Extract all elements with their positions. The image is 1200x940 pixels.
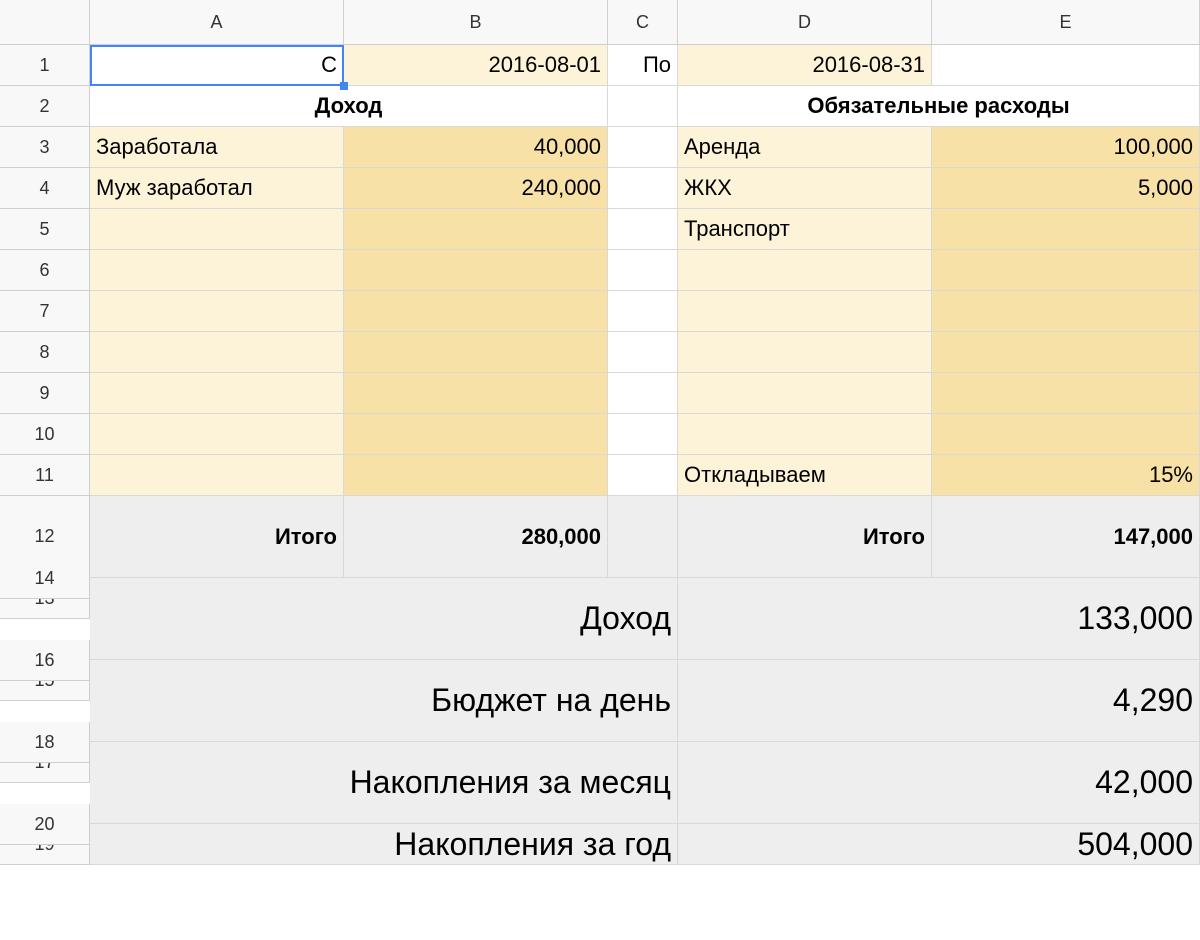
cell-D10[interactable] [678, 414, 932, 455]
cell-A12[interactable]: Итого [90, 496, 344, 578]
cell-D6[interactable] [678, 250, 932, 291]
cell-C3[interactable] [608, 127, 678, 168]
select-all-corner[interactable] [0, 0, 90, 45]
row-header-3[interactable]: 3 [0, 127, 90, 168]
cell-C9[interactable] [608, 373, 678, 414]
cell-B1[interactable]: 2016-08-01 [344, 45, 608, 86]
cell-B3[interactable]: 40,000 [344, 127, 608, 168]
cell-D7[interactable] [678, 291, 932, 332]
summary-value-1[interactable]: 4,290 [678, 660, 1200, 742]
cell-E6[interactable] [932, 250, 1200, 291]
col-header-E[interactable]: E [932, 0, 1200, 45]
cell-E5[interactable] [932, 209, 1200, 250]
cell-A4[interactable]: Муж заработал [90, 168, 344, 209]
cell-E12[interactable]: 147,000 [932, 496, 1200, 578]
spreadsheet[interactable]: A B C D E 1 С 2016-08-01 По 2016-08-31 2… [0, 0, 1200, 865]
row-header-11[interactable]: 11 [0, 455, 90, 496]
cell-E3[interactable]: 100,000 [932, 127, 1200, 168]
col-header-B[interactable]: B [344, 0, 608, 45]
row-header-19[interactable]: 19 [0, 824, 90, 865]
cell-B12[interactable]: 280,000 [344, 496, 608, 578]
cell-C5[interactable] [608, 209, 678, 250]
cell-A8[interactable] [90, 332, 344, 373]
cell-E4[interactable]: 5,000 [932, 168, 1200, 209]
row-header-17[interactable]: 17 [0, 742, 90, 783]
cell-A3[interactable]: Заработала [90, 127, 344, 168]
cell-C10[interactable] [608, 414, 678, 455]
cell-C8[interactable] [608, 332, 678, 373]
summary-label-3[interactable]: Накопления за год [90, 824, 678, 865]
cell-D1[interactable]: 2016-08-31 [678, 45, 932, 86]
row-header-1[interactable]: 1 [0, 45, 90, 86]
cell-D12[interactable]: Итого [678, 496, 932, 578]
summary-label-2[interactable]: Накопления за месяц [90, 742, 678, 824]
cell-C2[interactable] [608, 86, 678, 127]
summary-value-0[interactable]: 133,000 [678, 578, 1200, 660]
cell-B10[interactable] [344, 414, 608, 455]
summary-label-1[interactable]: Бюджет на день [90, 660, 678, 742]
cell-C12[interactable] [608, 496, 678, 578]
row-header-13[interactable]: 13 [0, 578, 90, 619]
col-header-C[interactable]: C [608, 0, 678, 45]
row-header-10[interactable]: 10 [0, 414, 90, 455]
cell-B11[interactable] [344, 455, 608, 496]
col-header-D[interactable]: D [678, 0, 932, 45]
cell-A9[interactable] [90, 373, 344, 414]
cell-E10[interactable] [932, 414, 1200, 455]
cell-B8[interactable] [344, 332, 608, 373]
cell-A6[interactable] [90, 250, 344, 291]
cell-A1[interactable]: С [90, 45, 344, 86]
cell-E8[interactable] [932, 332, 1200, 373]
cell-E7[interactable] [932, 291, 1200, 332]
cell-E11[interactable]: 15% [932, 455, 1200, 496]
cell-E9[interactable] [932, 373, 1200, 414]
fill-handle[interactable] [340, 82, 348, 90]
cell-B5[interactable] [344, 209, 608, 250]
cell-D11[interactable]: Откладываем [678, 455, 932, 496]
cell-B9[interactable] [344, 373, 608, 414]
cell-B7[interactable] [344, 291, 608, 332]
cell-D3[interactable]: Аренда [678, 127, 932, 168]
cell-C7[interactable] [608, 291, 678, 332]
cell-D4[interactable]: ЖКХ [678, 168, 932, 209]
cell-C1[interactable]: По [608, 45, 678, 86]
cell-B4[interactable]: 240,000 [344, 168, 608, 209]
summary-label-0[interactable]: Доход [90, 578, 678, 660]
cell-C11[interactable] [608, 455, 678, 496]
cell-B6[interactable] [344, 250, 608, 291]
col-header-A[interactable]: A [90, 0, 344, 45]
row-header-5[interactable]: 5 [0, 209, 90, 250]
cell-A5[interactable] [90, 209, 344, 250]
cell-C4[interactable] [608, 168, 678, 209]
cell-C6[interactable] [608, 250, 678, 291]
summary-value-2[interactable]: 42,000 [678, 742, 1200, 824]
row-header-8[interactable]: 8 [0, 332, 90, 373]
row-header-9[interactable]: 9 [0, 373, 90, 414]
row-header-2[interactable]: 2 [0, 86, 90, 127]
row-header-15[interactable]: 15 [0, 660, 90, 701]
cell-D8[interactable] [678, 332, 932, 373]
row-header-12[interactable]: 12 [0, 496, 90, 578]
row-header-7[interactable]: 7 [0, 291, 90, 332]
row-header-6[interactable]: 6 [0, 250, 90, 291]
cell-E1[interactable] [932, 45, 1200, 86]
cell-D5[interactable]: Транспорт [678, 209, 932, 250]
cell-D9[interactable] [678, 373, 932, 414]
cell-A7[interactable] [90, 291, 344, 332]
row-header-4[interactable]: 4 [0, 168, 90, 209]
cell-A11[interactable] [90, 455, 344, 496]
expenses-header[interactable]: Обязательные расходы [678, 86, 1200, 127]
income-header[interactable]: Доход [90, 86, 608, 127]
summary-value-3[interactable]: 504,000 [678, 824, 1200, 865]
cell-A10[interactable] [90, 414, 344, 455]
